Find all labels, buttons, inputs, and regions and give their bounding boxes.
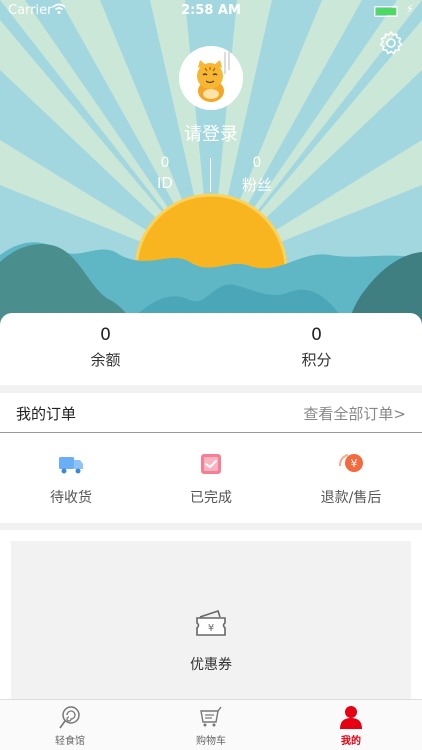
id-stat: 0 ID	[140, 155, 190, 192]
battery-icon	[374, 6, 398, 17]
fans-value: 0	[252, 155, 262, 171]
lollipop-icon	[57, 705, 83, 729]
profile-header: Carrier 2:58 AM ⚡ 请登录 0 ID 0 粉丝	[0, 0, 422, 330]
order-pending-receipt-label: 待收货	[50, 490, 92, 506]
fans-label: 粉丝	[241, 176, 272, 194]
charging-icon: ⚡	[405, 2, 414, 16]
coupon-section: ¥ 优惠券	[0, 530, 422, 711]
settings-gear-icon[interactable]	[378, 30, 404, 56]
svg-text:¥: ¥	[351, 457, 358, 470]
orders-title: 我的订单	[16, 405, 77, 423]
id-label: ID	[157, 174, 173, 192]
ticket-icon: ¥	[194, 607, 228, 641]
tab-light-food-label: 轻食馆	[55, 736, 85, 747]
orders-header: 我的订单 查看全部订单>	[0, 393, 422, 433]
tab-cart[interactable]: 购物车	[161, 705, 261, 747]
view-all-orders-link[interactable]: 查看全部订单>	[303, 403, 406, 424]
points-cell[interactable]: 0 积分	[211, 325, 422, 370]
tab-mine[interactable]: 我的	[301, 705, 401, 747]
balance-cell[interactable]: 0 余额	[0, 325, 211, 370]
order-completed[interactable]: 已完成	[141, 449, 281, 507]
check-box-icon	[196, 449, 226, 479]
tab-mine-label: 我的	[341, 736, 361, 747]
coupon-label: 优惠券	[190, 657, 232, 673]
truck-icon	[56, 449, 86, 479]
svg-text:¥: ¥	[208, 623, 214, 634]
order-refund-label: 退款/售后	[320, 490, 382, 506]
balance-panel: 0 余额 0 积分	[0, 313, 422, 385]
orders-section: 我的订单 查看全部订单> 待收货 已完成 ¥ 退款/售后	[0, 393, 422, 523]
refund-icon: ¥	[336, 449, 366, 479]
person-icon	[338, 705, 364, 729]
balance-label: 余额	[90, 351, 121, 369]
stat-divider	[210, 158, 211, 192]
cartoon-tiger-avatar-icon	[179, 46, 243, 110]
balance-value: 0	[100, 325, 111, 345]
order-completed-label: 已完成	[190, 490, 232, 506]
tab-light-food[interactable]: 轻食馆	[20, 705, 120, 747]
status-time: 2:58 AM	[181, 3, 241, 18]
cart-icon	[198, 705, 224, 729]
order-pending-receipt[interactable]: 待收货	[1, 449, 141, 507]
coupon-card[interactable]: ¥ 优惠券	[11, 541, 411, 711]
tab-cart-label: 购物车	[196, 736, 226, 747]
id-value: 0	[160, 155, 170, 171]
login-link[interactable]: 请登录	[0, 120, 422, 146]
order-refund[interactable]: ¥ 退款/售后	[281, 449, 421, 507]
status-bar: Carrier 2:58 AM ⚡	[0, 0, 422, 22]
avatar[interactable]	[179, 46, 243, 110]
fans-stat[interactable]: 0 粉丝	[232, 155, 282, 195]
points-value: 0	[311, 325, 322, 345]
points-label: 积分	[301, 351, 332, 369]
bottom-tab-bar: 轻食馆 购物车 我的	[0, 699, 422, 750]
